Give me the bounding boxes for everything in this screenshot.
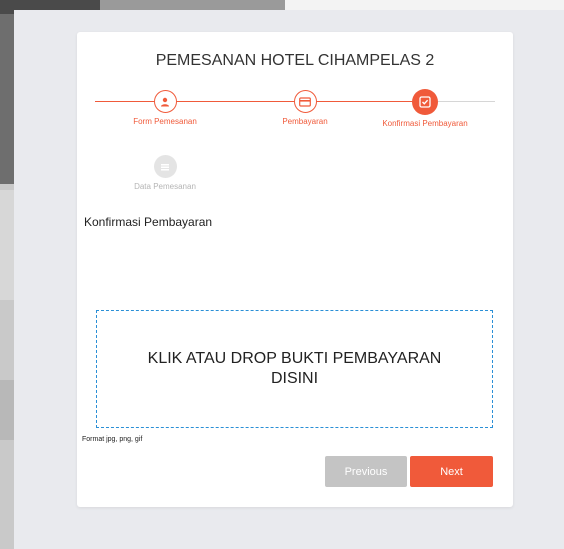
next-button[interactable]: Next	[410, 456, 493, 487]
booking-wizard: Form Pemesanan Pembayaran Konfirmasi Pem…	[95, 89, 495, 200]
step-label: Data Pemesanan	[134, 182, 196, 191]
booking-modal: PEMESANAN HOTEL CIHAMPELAS 2 Form Pemesa…	[77, 32, 513, 507]
list-icon	[153, 155, 177, 178]
credit-card-icon	[293, 90, 317, 113]
dropzone-text: KLIK ATAU DROP BUKTI PEMBAYARAN DISINI	[147, 350, 442, 387]
step-label: Form Pemesanan	[133, 117, 197, 126]
modal-title: PEMESANAN HOTEL CIHAMPELAS 2	[155, 52, 435, 69]
step-form-pemesanan[interactable]: Form Pemesanan	[105, 90, 225, 126]
step-pembayaran[interactable]: Pembayaran	[245, 90, 365, 126]
payment-proof-dropzone[interactable]: KLIK ATAU DROP BUKTI PEMBAYARAN DISINI	[96, 310, 493, 428]
step-konfirmasi-pembayaran[interactable]: Konfirmasi Pembayaran	[365, 89, 485, 128]
section-heading: Konfirmasi Pembayaran	[84, 215, 213, 229]
previous-button[interactable]: Previous	[325, 456, 407, 487]
user-icon	[153, 90, 177, 113]
step-label: Pembayaran	[282, 117, 328, 126]
check-square-icon	[412, 89, 438, 115]
background-header-light	[285, 0, 564, 10]
step-label: Konfirmasi Pembayaran	[382, 119, 468, 128]
step-data-pemesanan[interactable]: Data Pemesanan	[105, 155, 225, 191]
file-format-hint: Format jpg, png, gif	[82, 436, 143, 443]
